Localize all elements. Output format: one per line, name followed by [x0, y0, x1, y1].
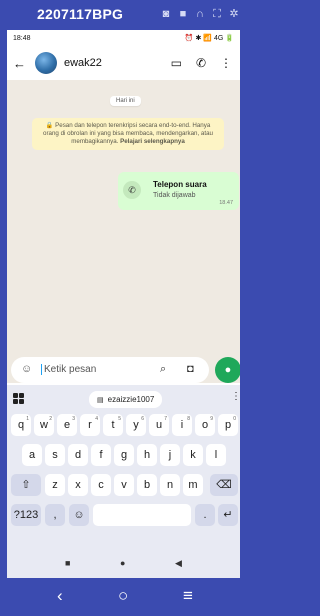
key-hint: 9 [210, 416, 213, 422]
mirror-title-bar: 2207117BPG ◙ ■ ∩ ⛶ ✲ [0, 0, 240, 30]
key-hint: 3 [72, 416, 75, 422]
key-h[interactable]: h [137, 444, 157, 466]
key-e[interactable]: e3 [57, 414, 77, 436]
key-l[interactable]: l [206, 444, 226, 466]
key-t[interactable]: t5 [103, 414, 123, 436]
key-g[interactable]: g [114, 444, 134, 466]
camera-icon[interactable]: ◙ [160, 8, 172, 20]
key-k[interactable]: k [183, 444, 203, 466]
square-nav-icon[interactable]: ■ [65, 558, 70, 568]
chat-header: ← ewak22 ▭ ✆ ⋮ [7, 46, 240, 80]
call-title: Telepon suara [153, 180, 207, 189]
voice-call-icon[interactable]: ✆ [196, 56, 206, 70]
composer: ☺ Ketik pesan ⌕ ◘ ● [7, 355, 240, 385]
contact-name[interactable]: ewak22 [64, 57, 171, 69]
keyboard-toolbar: ▤ ezaizzie1007 ⋮ [7, 389, 240, 409]
headphones-icon[interactable]: ∩ [194, 8, 206, 20]
key-hint: 1 [26, 416, 29, 422]
key-n[interactable]: n [160, 474, 180, 496]
attach-icon[interactable]: ⌕ [160, 363, 166, 376]
key-p[interactable]: p0 [218, 414, 238, 436]
key-a[interactable]: a [22, 444, 42, 466]
key-f[interactable]: f [91, 444, 111, 466]
key-z[interactable]: z [45, 474, 65, 496]
key-hint: 0 [233, 416, 236, 422]
home-icon[interactable]: ○ [118, 586, 128, 606]
message-input[interactable]: ☺ Ketik pesan ⌕ ◘ [11, 357, 209, 383]
backspace-key-icon[interactable]: ⌫ [210, 474, 238, 496]
more-options-icon[interactable]: ⋮ [231, 391, 240, 402]
back-icon[interactable]: ‹ [57, 586, 63, 606]
clipboard-suggestion[interactable]: ▤ ezaizzie1007 [89, 391, 163, 408]
status-icons: ⏰ ✱ 📶 4G 🔋 [184, 35, 234, 42]
key-s[interactable]: s [45, 444, 65, 466]
triangle-back-icon[interactable]: ◀ [175, 558, 182, 569]
call-time: 18.47 [219, 200, 233, 206]
more-options-icon[interactable]: ⋮ [220, 56, 232, 70]
encryption-notice[interactable]: 🔒 Pesan dan telepon terenkripsi secara e… [32, 118, 224, 150]
device-name: 2207117BPG [37, 6, 124, 22]
phone-icon: ✆ [123, 181, 141, 199]
key-hint: 2 [49, 416, 52, 422]
period-key[interactable]: . [195, 504, 215, 526]
status-time: 18:48 [13, 34, 31, 42]
key-d[interactable]: d [68, 444, 88, 466]
video-call-icon[interactable]: ▭ [171, 56, 182, 70]
key-x[interactable]: x [68, 474, 88, 496]
clipboard-text: ezaizzie1007 [107, 395, 155, 404]
call-status: Tidak dijawab [153, 192, 196, 199]
screen-mirror-window: 2207117BPG ◙ ■ ∩ ⛶ ✲ 18:48 ⏰ ✱ 📶 4G 🔋 ← … [0, 0, 240, 616]
back-arrow-icon[interactable]: ← [13, 56, 29, 71]
emoji-key-icon[interactable]: ☺ [69, 504, 89, 526]
message-placeholder: Ketik pesan [41, 364, 96, 375]
key-q[interactable]: q1 [11, 414, 31, 436]
android-nav-bar: ■ ● ◀ [7, 549, 240, 578]
key-y[interactable]: y6 [126, 414, 146, 436]
key-hint: 6 [141, 416, 144, 422]
learn-more-link[interactable]: Pelajari selengkapnya [120, 138, 185, 145]
mirror-toolbar: ◙ ■ ∩ ⛶ ✲ [160, 8, 240, 20]
shift-key-icon[interactable]: ⇧ [11, 474, 41, 496]
space-key[interactable] [93, 504, 191, 526]
mic-button[interactable]: ● [215, 357, 240, 383]
header-actions: ▭ ✆ ⋮ [171, 56, 232, 70]
key-o[interactable]: o9 [195, 414, 215, 436]
comma-key[interactable]: , [45, 504, 65, 526]
phone-screen: 18:48 ⏰ ✱ 📶 4G 🔋 ← ewak22 ▭ ✆ ⋮ Hari ini… [7, 30, 240, 578]
apps-grid-icon[interactable] [13, 393, 24, 404]
key-hint: 8 [187, 416, 190, 422]
mirror-nav-bar: ‹ ○ ≡ [0, 578, 240, 616]
key-hint: 4 [95, 416, 98, 422]
settings-icon[interactable]: ✲ [228, 8, 240, 20]
avatar[interactable] [35, 52, 57, 74]
key-u[interactable]: u7 [149, 414, 169, 436]
camera-icon[interactable]: ◘ [187, 363, 194, 375]
key-r[interactable]: r4 [80, 414, 100, 436]
emoji-icon[interactable]: ☺ [21, 363, 32, 375]
date-chip: Hari ini [110, 96, 141, 106]
key-w[interactable]: w2 [34, 414, 54, 436]
key-c[interactable]: c [91, 474, 111, 496]
key-v[interactable]: v [114, 474, 134, 496]
video-icon[interactable]: ■ [177, 8, 189, 20]
key-hint: 7 [164, 416, 167, 422]
key-m[interactable]: m [183, 474, 203, 496]
key-j[interactable]: j [160, 444, 180, 466]
key-b[interactable]: b [137, 474, 157, 496]
fullscreen-icon[interactable]: ⛶ [211, 8, 223, 20]
menu-icon[interactable]: ≡ [183, 586, 193, 606]
key-i[interactable]: i8 [172, 414, 192, 436]
circle-nav-icon[interactable]: ● [120, 558, 125, 568]
enter-key-icon[interactable]: ↵ [218, 504, 238, 526]
symbols-key[interactable]: ?123 [11, 504, 41, 526]
clipboard-icon: ▤ [97, 397, 104, 404]
missed-call-bubble[interactable]: ✆ Telepon suara Tidak dijawab 18.47 [118, 172, 239, 210]
lock-icon: 🔒 [45, 122, 56, 129]
key-hint: 5 [118, 416, 121, 422]
status-bar: 18:48 ⏰ ✱ 📶 4G 🔋 [7, 30, 240, 46]
